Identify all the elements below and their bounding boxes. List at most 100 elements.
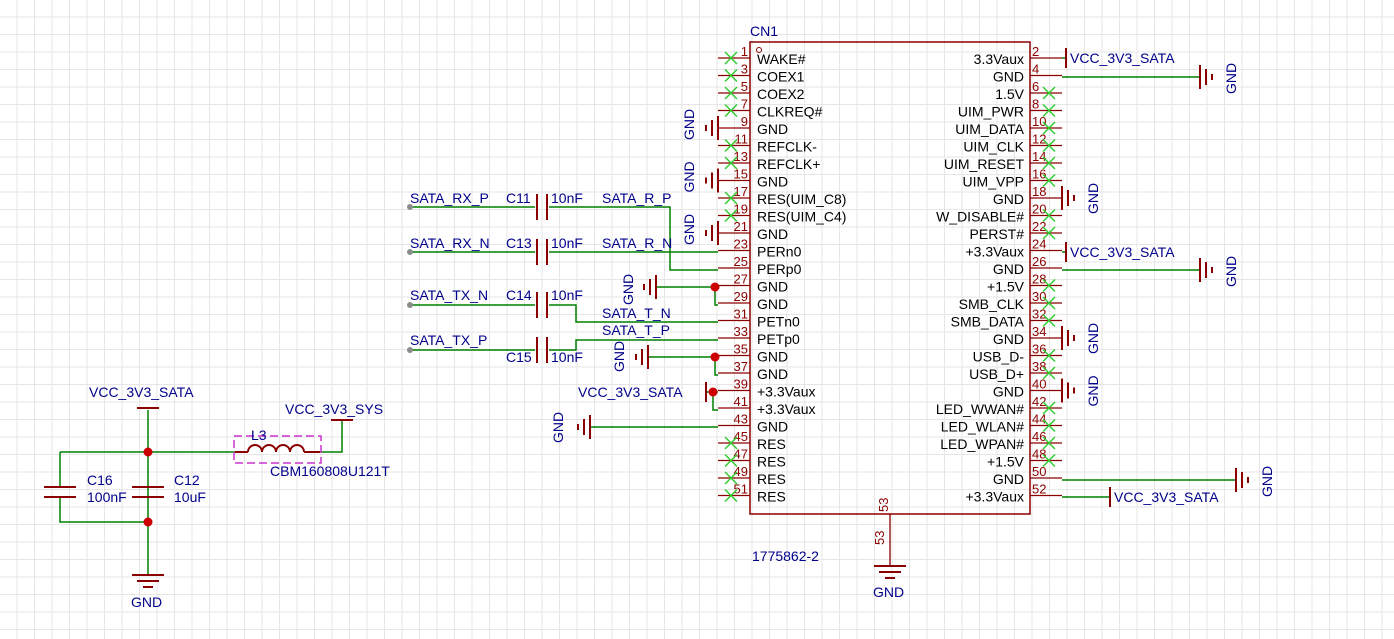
pin-1[interactable]: 1 WAKE# — [718, 44, 806, 67]
pin-number: 27 — [734, 272, 748, 287]
pin-name: +3.3Vaux — [757, 401, 816, 417]
gnd-symbol[interactable]: GND — [681, 109, 719, 140]
pin-name: GND — [757, 226, 788, 242]
gnd-symbols-left: GND GND GND — [681, 109, 719, 245]
pin-name: GND — [757, 419, 788, 435]
schematic-canvas: CN1 1775862-2 1 WAKE# 3 COEX1 5 COEX2 7 CLKREQ#… — [44, 23, 1275, 610]
pin-name: RES — [757, 454, 786, 470]
net-label-sata-tx-p[interactable]: SATA_TX_P — [410, 332, 487, 348]
pin-number: 11 — [735, 132, 749, 147]
capacitor-c12[interactable]: C12 10uF — [132, 472, 206, 505]
gnd-label: GND — [1259, 466, 1275, 497]
pin-name: USB_D+ — [969, 366, 1024, 382]
gnd-symbol-26[interactable]: GND — [1199, 256, 1239, 287]
pin-name: +3.3Vaux — [757, 384, 816, 400]
vcc-label: VCC_3V3_SATA — [1070, 50, 1175, 66]
vcc-symbol-filter[interactable]: VCC_3V3_SATA — [89, 384, 194, 409]
pin-name: UIM_RESET — [944, 156, 1025, 172]
net-label-sata-rx-p[interactable]: SATA_RX_P — [410, 190, 489, 206]
schematic-sheet[interactable]: CN1 1775862-2 1 WAKE# 3 COEX1 5 COEX2 7 CLKREQ#… — [0, 0, 1394, 639]
pin-number: 44 — [1032, 412, 1046, 427]
net-label-sata-tx-n[interactable]: SATA_TX_N — [410, 287, 488, 303]
pin-number: 15 — [734, 167, 748, 182]
gnd-symbol-4[interactable]: GND — [1199, 63, 1239, 94]
pin-number: 16 — [1032, 167, 1046, 182]
gnd-label: GND — [681, 109, 697, 140]
pin-number: 9 — [741, 114, 748, 129]
vcc-symbol-52[interactable]: VCC_3V3_SATA — [1109, 487, 1219, 507]
pin-name: COEX2 — [757, 86, 805, 102]
c12-ref: C12 — [174, 472, 200, 488]
pin-number: 52 — [1032, 482, 1046, 497]
pin-number: 35 — [734, 342, 748, 357]
net-label-sata-rx-n[interactable]: SATA_RX_N — [410, 235, 490, 251]
gnd-symbol-35[interactable]: GND — [611, 341, 649, 372]
gnd-symbol[interactable]: GND — [1061, 323, 1101, 354]
pin-name: RES — [757, 489, 786, 505]
gnd-symbol[interactable]: GND — [681, 214, 719, 245]
pin-name: UIM_VPP — [963, 174, 1024, 190]
capacitor-c11[interactable]: C11 10nF — [506, 190, 583, 220]
l3-value: CBM160808U121T — [270, 463, 390, 479]
pin-number: 37 — [734, 359, 748, 374]
net-label-sata-r-n[interactable]: SATA_R_N — [602, 235, 672, 251]
pin-number: 19 — [734, 202, 748, 217]
gnd-label: GND — [1085, 323, 1101, 354]
pin-name: GND — [757, 296, 788, 312]
capacitor-c13[interactable]: C13 10nF — [506, 235, 583, 265]
gnd-symbols-right: GND GND GND — [1061, 183, 1101, 407]
pin-name: COEX1 — [757, 69, 805, 85]
pin-number: 51 — [734, 482, 748, 497]
c15-value: 10nF — [551, 349, 583, 365]
gnd-symbol-27[interactable]: GND — [620, 274, 657, 305]
pin-name: PERST# — [970, 226, 1025, 242]
vcc-symbol-2[interactable]: VCC_3V3_SATA — [1065, 48, 1175, 68]
connector-cn1[interactable]: CN1 1775862-2 1 WAKE# 3 COEX1 5 COEX2 7 CLKREQ#… — [718, 23, 1062, 566]
gnd-symbol[interactable]: GND — [681, 161, 719, 193]
gnd-label: GND — [620, 274, 636, 305]
pin-2[interactable]: 2 3.3Vaux — [974, 44, 1062, 67]
pin-number: 22 — [1032, 219, 1046, 234]
pin-name: WAKE# — [757, 51, 806, 67]
pin-name: GND — [993, 471, 1024, 487]
gnd-symbol[interactable]: GND — [1061, 375, 1101, 407]
vcc-symbol-sys[interactable]: VCC_3V3_SYS — [285, 401, 383, 421]
pin-name: W_DISABLE# — [936, 209, 1024, 225]
gnd-symbol-filter[interactable]: GND — [131, 574, 164, 610]
pin-number: 33 — [734, 324, 748, 339]
inductor-l3[interactable]: L3 CBM160808U121T — [233, 427, 390, 479]
pin-name: GND — [993, 69, 1024, 85]
capacitor-c16[interactable]: C16 100nF — [44, 472, 127, 505]
pin-number: 17 — [734, 184, 748, 199]
vcc-sys-label: VCC_3V3_SYS — [285, 401, 383, 417]
pin-number: 21 — [734, 219, 748, 234]
pin-name: SMB_DATA — [951, 314, 1025, 330]
gnd-symbol-53[interactable]: GND — [873, 565, 906, 600]
pin-number: 49 — [734, 464, 748, 479]
gnd-label: GND — [1085, 375, 1101, 406]
gnd-symbol-43[interactable]: GND — [550, 412, 591, 443]
pin-number: 26 — [1032, 254, 1046, 269]
net-label-sata-t-p[interactable]: SATA_T_P — [602, 322, 670, 338]
pin-name: GND — [757, 349, 788, 365]
c11-value: 10nF — [551, 190, 583, 206]
gnd-symbol[interactable]: GND — [1061, 183, 1101, 214]
pin-number: 40 — [1032, 377, 1046, 392]
pin-number: 14 — [1032, 149, 1046, 164]
vcc-symbol-39[interactable]: VCC_3V3_SATA — [578, 382, 707, 402]
net-label-sata-t-n[interactable]: SATA_T_N — [602, 305, 671, 321]
pin-name: RES — [757, 471, 786, 487]
capacitor-c14[interactable]: C14 10nF — [506, 287, 583, 318]
pin-number: 5 — [741, 79, 748, 94]
pin-name: GND — [757, 366, 788, 382]
vcc-symbol-24[interactable]: VCC_3V3_SATA — [1065, 242, 1175, 262]
pin-name: PETn0 — [757, 314, 800, 330]
net-label-sata-r-p[interactable]: SATA_R_P — [602, 190, 672, 206]
c12-value: 10uF — [174, 489, 206, 505]
c14-value: 10nF — [551, 287, 583, 303]
pin-number: 10 — [1032, 114, 1046, 129]
capacitor-c15[interactable]: C15 10nF — [506, 337, 583, 365]
gnd-symbol-50[interactable]: GND — [1235, 466, 1275, 497]
pin-number: 34 — [1032, 324, 1046, 339]
pin-name: PERn0 — [757, 244, 802, 260]
